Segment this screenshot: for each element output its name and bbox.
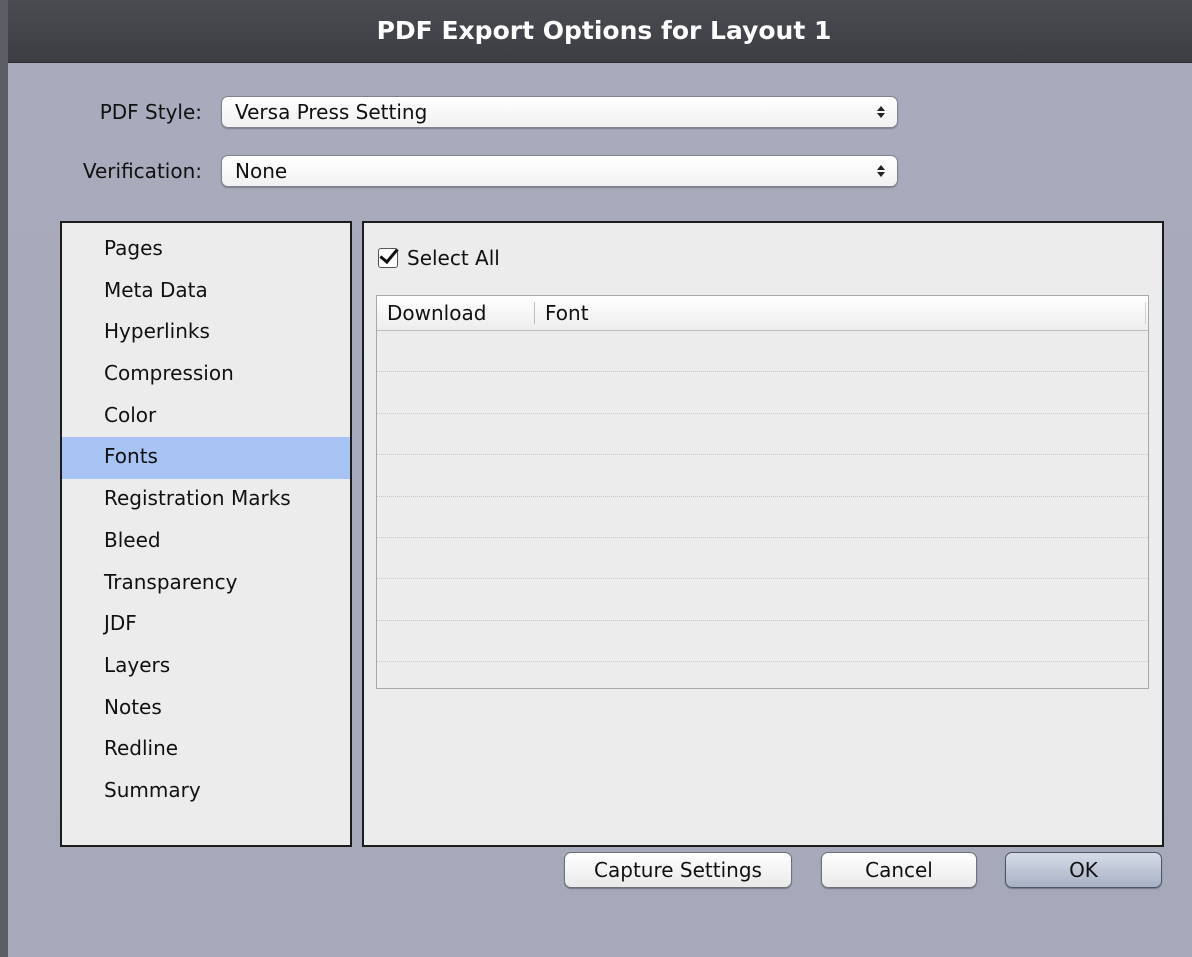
column-header-font[interactable]: Font <box>535 302 1146 324</box>
sidebar-item-redline[interactable]: Redline <box>62 729 350 771</box>
pdf-style-value: Versa Press Setting <box>235 100 428 124</box>
verification-value: None <box>235 159 288 183</box>
sidebar-item-registration-marks[interactable]: Registration Marks <box>62 479 350 521</box>
sidebar-item-summary[interactable]: Summary <box>62 771 350 813</box>
popup-arrows-icon <box>875 156 887 186</box>
sidebar-item-transparency[interactable]: Transparency <box>62 563 350 605</box>
pdf-style-label: PDF Style: <box>99 100 202 124</box>
column-header-download[interactable]: Download <box>377 302 535 324</box>
table-row <box>377 331 1148 373</box>
window-title: PDF Export Options for Layout 1 <box>8 0 1192 63</box>
table-row <box>377 372 1148 414</box>
sidebar-item-fonts[interactable]: Fonts <box>62 437 350 480</box>
select-all-row[interactable]: Select All <box>378 243 500 271</box>
select-all-label: Select All <box>407 246 500 270</box>
select-all-checkbox[interactable] <box>378 243 399 268</box>
verification-popup[interactable]: None <box>221 155 898 187</box>
table-row <box>377 455 1148 497</box>
table-row <box>377 579 1148 621</box>
table-header: Download Font <box>377 296 1148 331</box>
fonts-table: Download Font <box>376 295 1149 689</box>
category-sidebar: Pages Meta Data Hyperlinks Compression C… <box>60 221 352 847</box>
table-row <box>377 497 1148 538</box>
table-row <box>377 621 1148 663</box>
pdf-style-popup[interactable]: Versa Press Setting <box>221 96 898 128</box>
sidebar-item-jdf[interactable]: JDF <box>62 604 350 646</box>
capture-settings-button[interactable]: Capture Settings <box>564 852 792 888</box>
ok-button[interactable]: OK <box>1005 852 1162 888</box>
popup-arrows-icon <box>875 97 887 127</box>
checkmark-icon <box>379 243 399 265</box>
sidebar-item-meta-data[interactable]: Meta Data <box>62 271 350 313</box>
pdf-export-dialog: PDF Export Options for Layout 1 PDF Styl… <box>0 0 1192 957</box>
sidebar-item-layers[interactable]: Layers <box>62 646 350 688</box>
sidebar-item-color[interactable]: Color <box>62 396 350 438</box>
sidebar-item-hyperlinks[interactable]: Hyperlinks <box>62 312 350 354</box>
sidebar-item-compression[interactable]: Compression <box>62 354 350 396</box>
sidebar-item-bleed[interactable]: Bleed <box>62 521 350 563</box>
table-row <box>377 538 1148 580</box>
table-row <box>377 414 1148 456</box>
sidebar-item-pages[interactable]: Pages <box>62 229 350 271</box>
verification-label: Verification: <box>82 159 202 183</box>
sidebar-item-notes[interactable]: Notes <box>62 688 350 730</box>
cancel-button[interactable]: Cancel <box>821 852 977 888</box>
fonts-panel: Select All Download Font <box>362 221 1164 847</box>
